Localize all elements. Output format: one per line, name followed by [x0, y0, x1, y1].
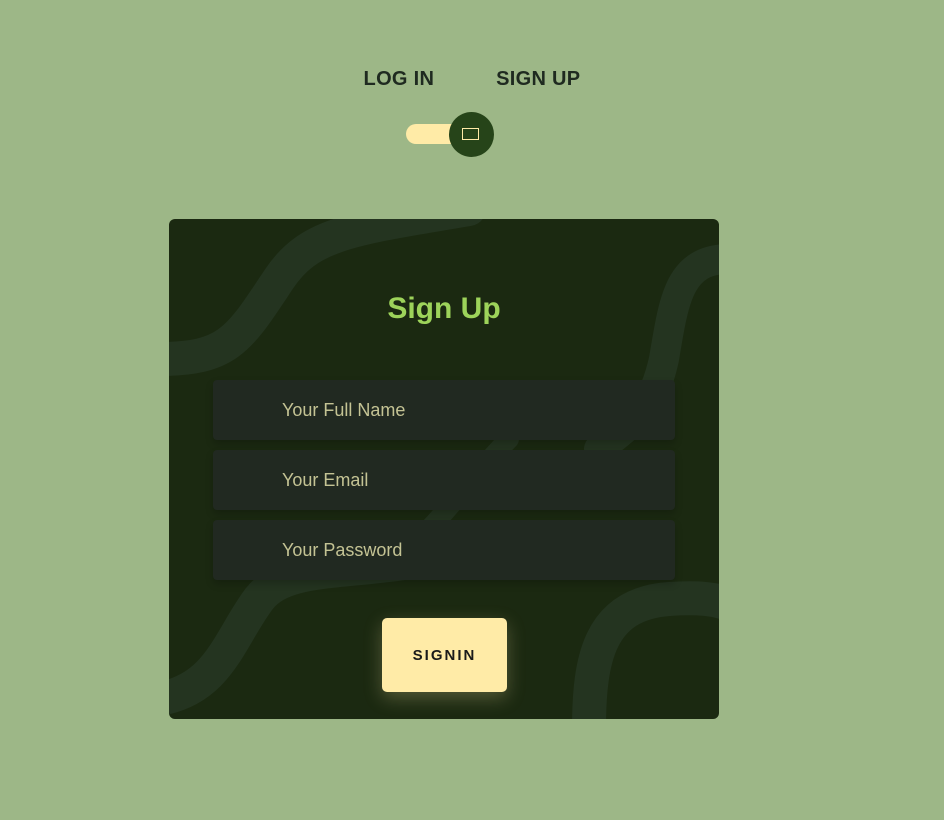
email-input[interactable] [213, 450, 675, 510]
email-field-wrapper [213, 450, 675, 510]
tab-login[interactable]: LOG IN [364, 68, 435, 91]
login-signup-toggle-knob[interactable] [449, 112, 494, 157]
rectangle-outline-icon [462, 128, 479, 140]
form-title: Sign Up [387, 292, 501, 325]
password-field-wrapper [213, 520, 675, 580]
tab-signup[interactable]: SIGN UP [496, 68, 580, 91]
submit-button[interactable]: SIGNIN [382, 618, 507, 692]
password-input[interactable] [213, 520, 675, 580]
auth-tabs: LOG IN SIGN UP [0, 68, 944, 91]
full-name-field-wrapper [213, 380, 675, 440]
signup-card: Sign Up SIGNIN [169, 219, 719, 719]
full-name-input[interactable] [213, 380, 675, 440]
